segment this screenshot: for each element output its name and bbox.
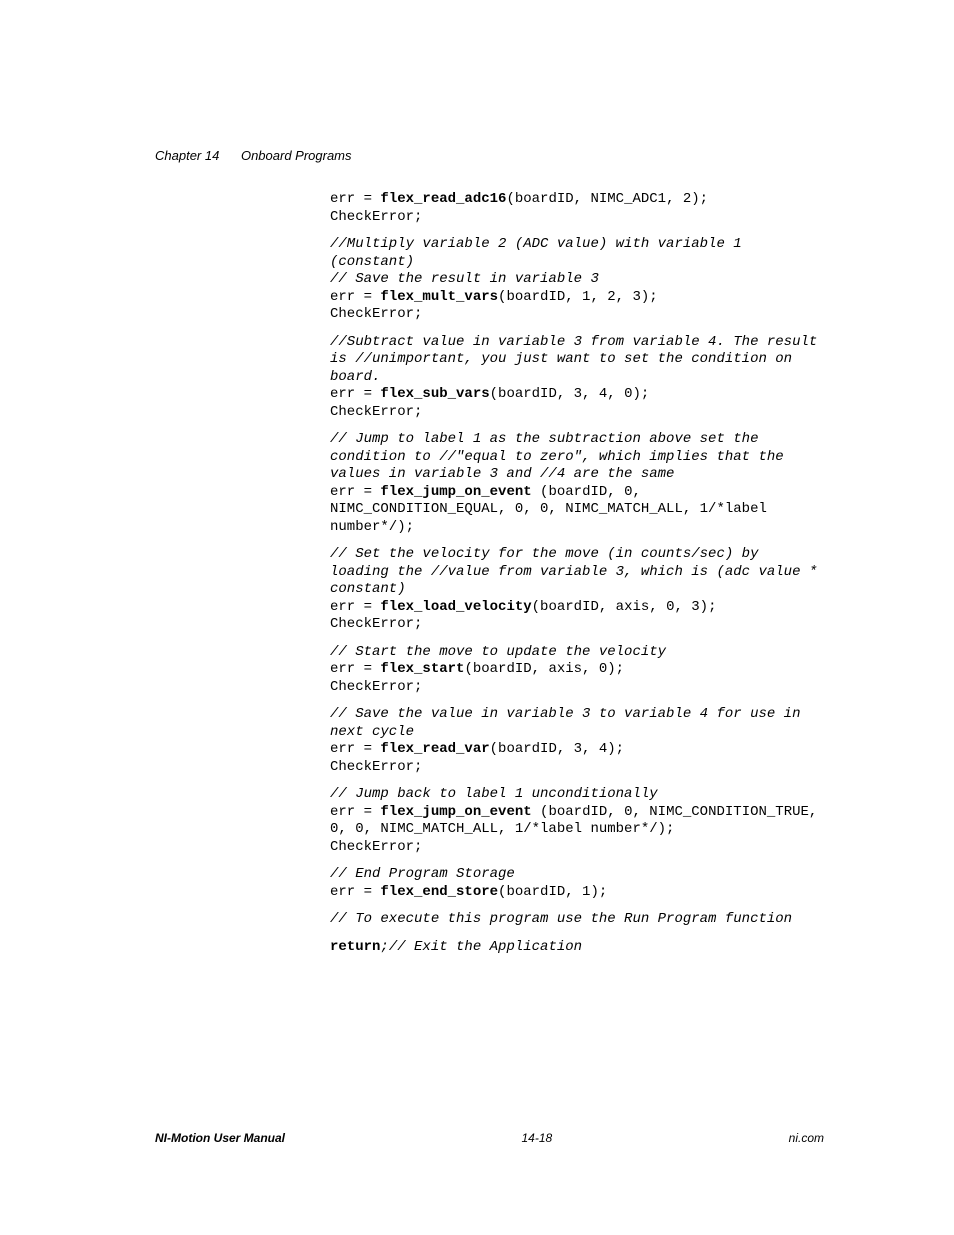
code-comment: // Jump to label 1 as the subtraction ab… <box>330 431 824 536</box>
code-block: err = flex_read_adc16(boardID, NIMC_ADC1… <box>330 191 824 956</box>
chapter-title: Onboard Programs <box>241 148 352 163</box>
code-comment: //Subtract value in variable 3 from vari… <box>330 334 824 422</box>
code-comment: //Multiply variable 2 (ADC value) with v… <box>330 236 824 324</box>
code-comment: // Start the move to update the velocity… <box>330 644 824 697</box>
footer-site: ni.com <box>789 1131 824 1145</box>
code-line: err = flex_read_adc16(boardID, NIMC_ADC1… <box>330 191 824 226</box>
footer-manual-title: NI-Motion User Manual <box>155 1131 285 1145</box>
chapter-label: Chapter 14 <box>155 148 219 163</box>
code-comment: // Set the velocity for the move (in cou… <box>330 546 824 634</box>
code-line: return;// Exit the Application <box>330 939 824 957</box>
code-comment: // End Program Storageerr = flex_end_sto… <box>330 866 824 901</box>
page-header: Chapter 14 Onboard Programs <box>155 148 824 163</box>
page: Chapter 14 Onboard Programs err = flex_r… <box>0 0 954 1235</box>
code-comment: // Save the value in variable 3 to varia… <box>330 706 824 776</box>
page-footer: NI-Motion User Manual ni.com 14-18 <box>155 1131 824 1145</box>
code-comment: // Jump back to label 1 unconditionallye… <box>330 786 824 856</box>
code-comment: // To execute this program use the Run P… <box>330 911 824 929</box>
